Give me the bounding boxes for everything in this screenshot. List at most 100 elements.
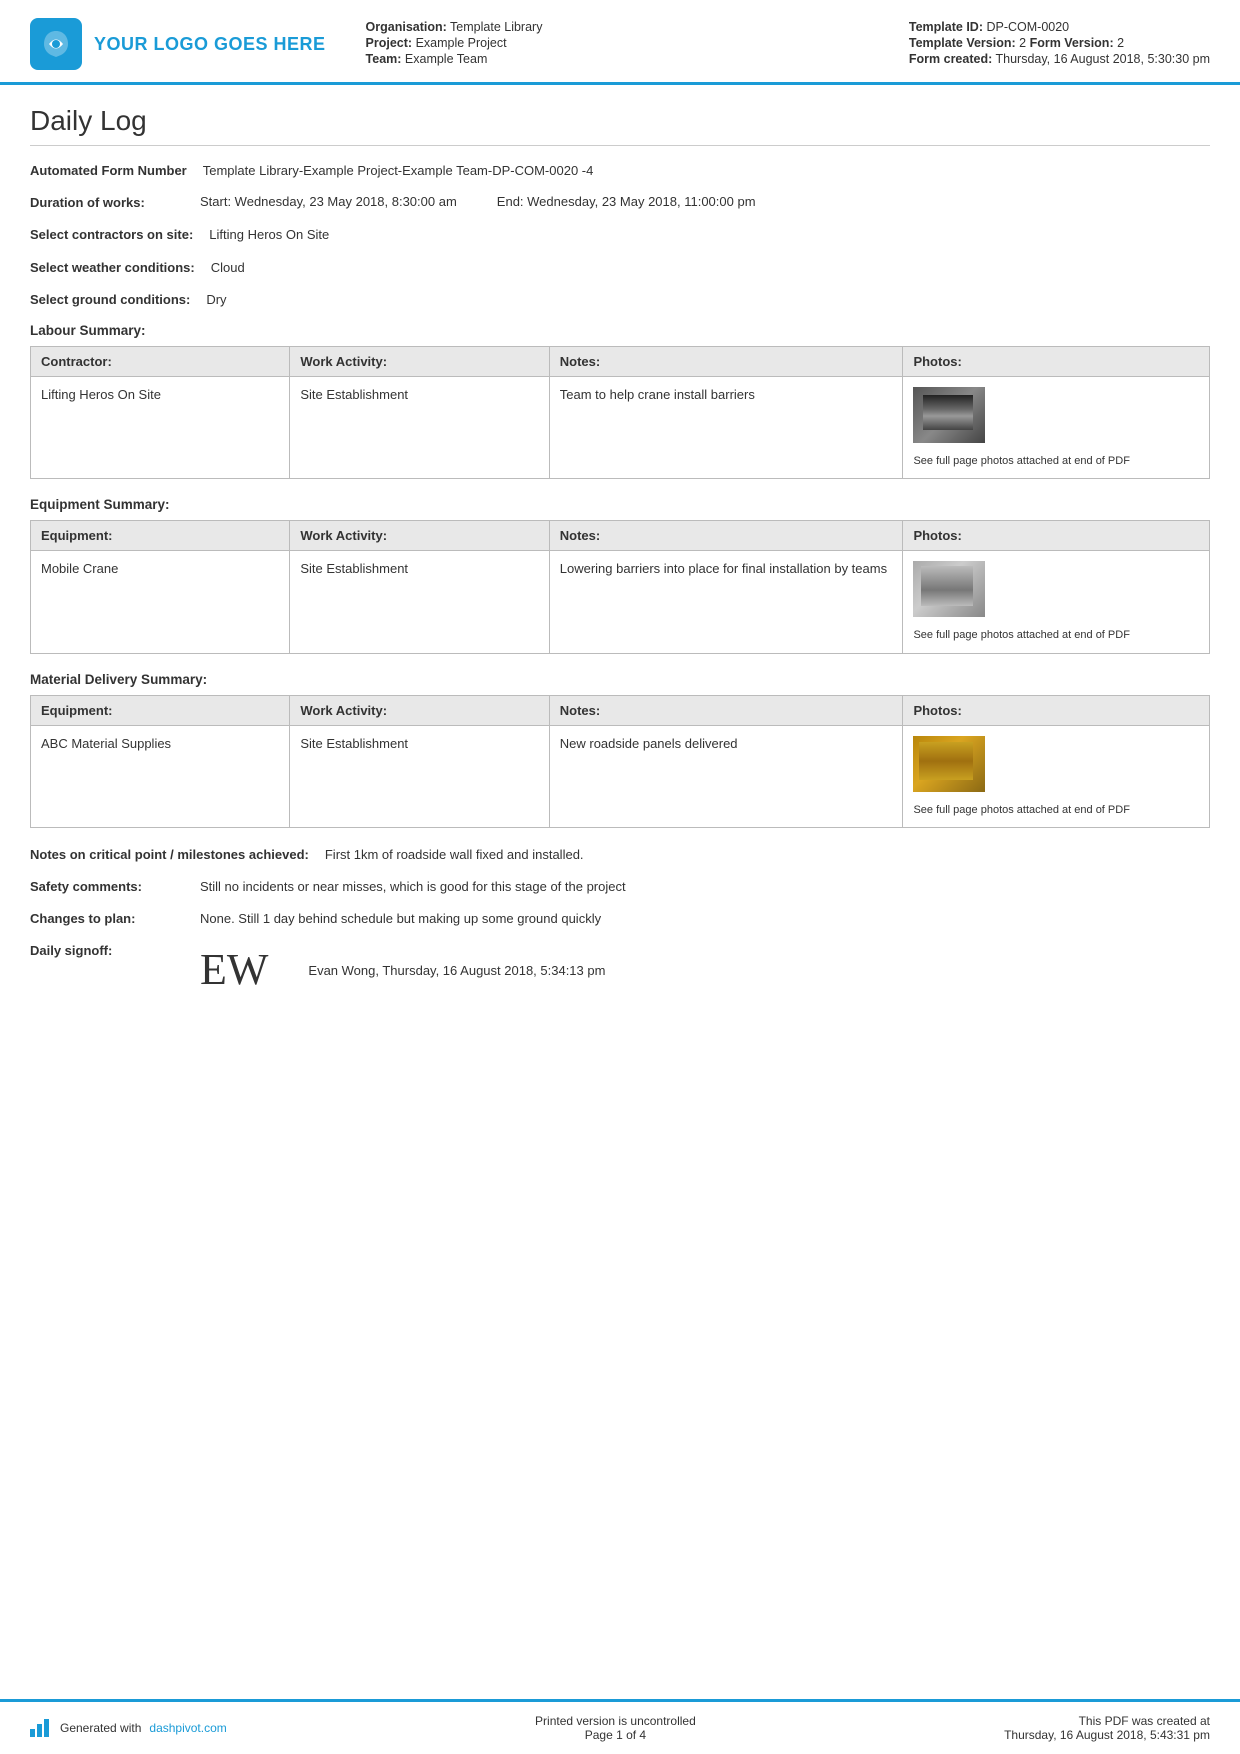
field-safety: Safety comments: Still no incidents or n… xyxy=(30,878,1210,896)
material-activity: Site Establishment xyxy=(290,725,549,827)
form-version-value: 2 xyxy=(1117,36,1124,50)
form-created-row: Form created: Thursday, 16 August 2018, … xyxy=(909,52,1210,66)
field-label-notes: Notes on critical point / milestones ach… xyxy=(30,846,325,864)
page: YOUR LOGO GOES HERE Organisation: Templa… xyxy=(0,0,1240,1754)
th-activity-equipment: Work Activity: xyxy=(290,521,549,551)
material-header-row: Equipment: Work Activity: Notes: Photos: xyxy=(31,695,1210,725)
field-value-ground: Dry xyxy=(206,291,1210,309)
th-notes-material: Notes: xyxy=(549,695,903,725)
material-equipment: ABC Material Supplies xyxy=(31,725,290,827)
project-label: Project: xyxy=(366,36,413,50)
page-footer: Generated with dashpivot.com Printed ver… xyxy=(0,1699,1240,1754)
field-weather: Select weather conditions: Cloud xyxy=(30,259,1210,277)
duration-start: Start: Wednesday, 23 May 2018, 8:30:00 a… xyxy=(200,194,457,209)
pdf-created-date: Thursday, 16 August 2018, 5:43:31 pm xyxy=(1004,1728,1210,1742)
field-value-automated: Template Library-Example Project-Example… xyxy=(203,162,1210,180)
equipment-photo-thumb xyxy=(913,561,985,617)
org-label: Organisation: xyxy=(366,20,447,34)
org-value: Template Library xyxy=(450,20,542,34)
template-version-row: Template Version: 2 Form Version: 2 xyxy=(909,36,1210,50)
field-value-signoff: EW Evan Wong, Thursday, 16 August 2018, … xyxy=(200,942,1210,994)
field-notes: Notes on critical point / milestones ach… xyxy=(30,846,1210,864)
header-meta: Organisation: Template Library Project: … xyxy=(346,18,889,70)
material-photos: See full page photos attached at end of … xyxy=(903,725,1210,827)
equipment-activity: Site Establishment xyxy=(290,551,549,653)
th-contractor: Contractor: xyxy=(31,346,290,376)
dashpivot-icon xyxy=(30,1719,52,1737)
generated-text: Generated with xyxy=(60,1721,141,1735)
equipment-header-row: Equipment: Work Activity: Notes: Photos: xyxy=(31,521,1210,551)
template-version-label: Template Version: xyxy=(909,36,1016,50)
header: YOUR LOGO GOES HERE Organisation: Templa… xyxy=(0,0,1240,85)
footer-right: This PDF was created at Thursday, 16 Aug… xyxy=(1004,1714,1210,1742)
labour-summary-table: Contractor: Work Activity: Notes: Photos… xyxy=(30,346,1210,479)
th-photos-labour: Photos: xyxy=(903,346,1210,376)
field-label-signoff: Daily signoff: xyxy=(30,942,200,960)
org-row: Organisation: Template Library xyxy=(366,20,889,34)
equipment-summary-table: Equipment: Work Activity: Notes: Photos:… xyxy=(30,520,1210,653)
bar3 xyxy=(44,1719,49,1737)
field-changes: Changes to plan: None. Still 1 day behin… xyxy=(30,910,1210,928)
template-id-label: Template ID: xyxy=(909,20,983,34)
signoff-info: Evan Wong, Thursday, 16 August 2018, 5:3… xyxy=(308,942,605,980)
table-row: Mobile Crane Site Establishment Lowering… xyxy=(31,551,1210,653)
team-label: Team: xyxy=(366,52,402,66)
th-activity-material: Work Activity: xyxy=(290,695,549,725)
th-notes-equipment: Notes: xyxy=(549,521,903,551)
signoff-value-container: EW Evan Wong, Thursday, 16 August 2018, … xyxy=(200,942,1210,994)
equipment-photos: See full page photos attached at end of … xyxy=(903,551,1210,653)
team-row: Team: Example Team xyxy=(366,52,889,66)
uncontrolled-text: Printed version is uncontrolled xyxy=(535,1714,696,1728)
field-label-weather: Select weather conditions: xyxy=(30,259,211,277)
material-summary-title: Material Delivery Summary: xyxy=(30,672,1210,687)
equipment-name: Mobile Crane xyxy=(31,551,290,653)
bar1 xyxy=(30,1729,35,1737)
page-text: Page 1 of 4 xyxy=(535,1728,696,1742)
template-id-row: Template ID: DP-COM-0020 xyxy=(909,20,1210,34)
duration-end: End: Wednesday, 23 May 2018, 11:00:00 pm xyxy=(497,194,756,209)
material-notes: New roadside panels delivered xyxy=(549,725,903,827)
project-value: Example Project xyxy=(416,36,507,50)
field-duration: Duration of works: Start: Wednesday, 23 … xyxy=(30,194,1210,212)
field-ground: Select ground conditions: Dry xyxy=(30,291,1210,309)
field-automated-form-number: Automated Form Number Template Library-E… xyxy=(30,162,1210,180)
field-label-automated: Automated Form Number xyxy=(30,162,203,180)
field-label-changes: Changes to plan: xyxy=(30,910,200,928)
form-version-label: Form Version: xyxy=(1030,36,1118,50)
equipment-notes: Lowering barriers into place for final i… xyxy=(549,551,903,653)
field-value-weather: Cloud xyxy=(211,259,1210,277)
table-row: ABC Material Supplies Site Establishment… xyxy=(31,725,1210,827)
labour-header-row: Contractor: Work Activity: Notes: Photos… xyxy=(31,346,1210,376)
field-value-changes: None. Still 1 day behind schedule but ma… xyxy=(200,910,1210,928)
main-content: Daily Log Automated Form Number Template… xyxy=(0,85,1240,1699)
bar2 xyxy=(37,1724,42,1737)
logo-text: YOUR LOGO GOES HERE xyxy=(94,34,326,55)
form-created-value: Thursday, 16 August 2018, 5:30:30 pm xyxy=(996,52,1211,66)
field-signoff: Daily signoff: EW Evan Wong, Thursday, 1… xyxy=(30,942,1210,994)
th-notes-labour: Notes: xyxy=(549,346,903,376)
form-title: Daily Log xyxy=(30,105,1210,146)
equipment-summary-title: Equipment Summary: xyxy=(30,497,1210,512)
labour-activity: Site Establishment xyxy=(290,376,549,478)
labour-contractor: Lifting Heros On Site xyxy=(31,376,290,478)
field-value-safety: Still no incidents or near misses, which… xyxy=(200,878,1210,896)
signature: EW xyxy=(200,946,268,994)
th-equipment: Equipment: xyxy=(31,521,290,551)
field-label-safety: Safety comments: xyxy=(30,878,200,896)
labour-summary-title: Labour Summary: xyxy=(30,323,1210,338)
field-value-notes: First 1km of roadside wall fixed and ins… xyxy=(325,846,1210,864)
field-value-duration: Start: Wednesday, 23 May 2018, 8:30:00 a… xyxy=(200,194,1210,209)
th-photos-equipment: Photos: xyxy=(903,521,1210,551)
field-contractors: Select contractors on site: Lifting Hero… xyxy=(30,226,1210,244)
material-photo-thumb xyxy=(913,736,985,792)
labour-photos: See full page photos attached at end of … xyxy=(903,376,1210,478)
table-row: Lifting Heros On Site Site Establishment… xyxy=(31,376,1210,478)
th-activity-labour: Work Activity: xyxy=(290,346,549,376)
field-label-duration: Duration of works: xyxy=(30,194,200,212)
dashpivot-link[interactable]: dashpivot.com xyxy=(149,1721,226,1735)
footer-center: Printed version is uncontrolled Page 1 o… xyxy=(535,1714,696,1742)
field-label-ground: Select ground conditions: xyxy=(30,291,206,309)
equipment-photo-caption: See full page photos attached at end of … xyxy=(913,629,1129,641)
th-material-equipment: Equipment: xyxy=(31,695,290,725)
field-value-contractors: Lifting Heros On Site xyxy=(209,226,1210,244)
